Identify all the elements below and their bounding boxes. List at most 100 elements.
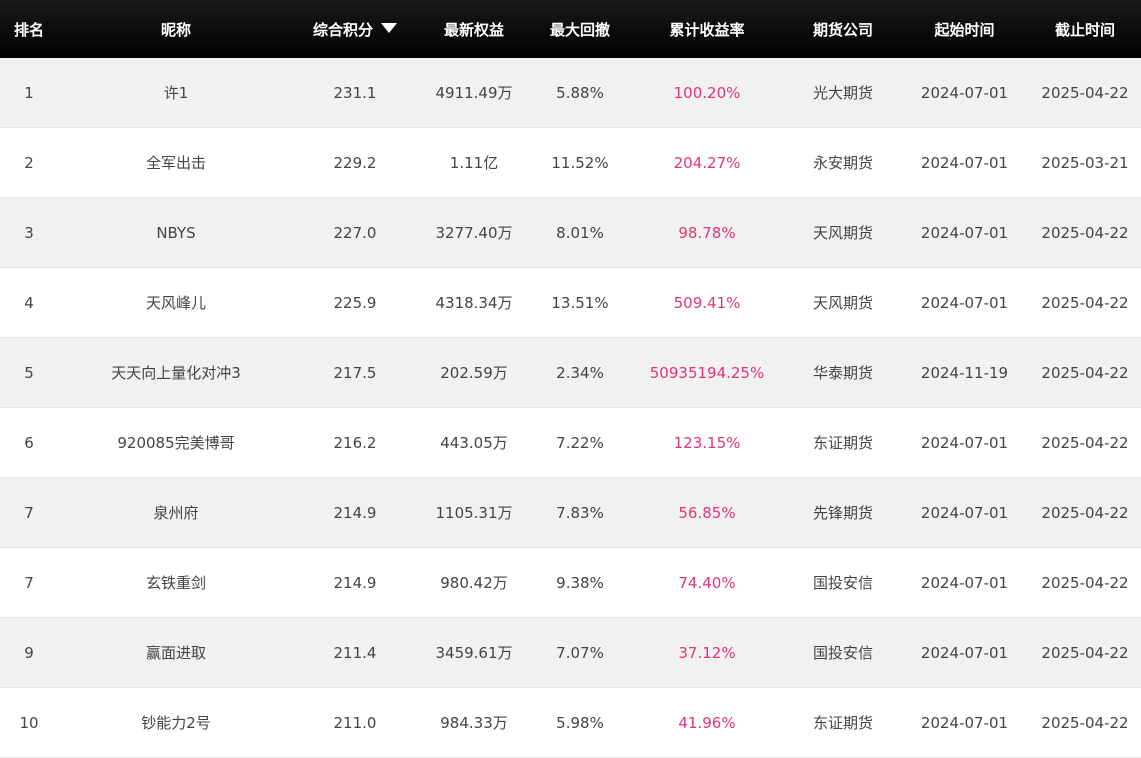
cell-return: 100.20% bbox=[628, 58, 786, 128]
cell-broker: 天风期货 bbox=[786, 197, 900, 268]
cell-broker: 国投安信 bbox=[786, 547, 900, 618]
table-row: 9 赢面进取 211.4 3459.61万 7.07% 37.12% 国投安信 … bbox=[0, 617, 1141, 688]
table-row: 4 天风峰儿 225.9 4318.34万 13.51% 509.41% 天风期… bbox=[0, 267, 1141, 338]
cell-nickname: 天风峰儿 bbox=[58, 267, 294, 338]
cell-nickname: NBYS bbox=[58, 197, 294, 268]
col-header-start: 起始时间 bbox=[900, 0, 1029, 58]
cell-nickname: 天天向上量化对冲3 bbox=[58, 337, 294, 408]
cell-start: 2024-07-01 bbox=[900, 58, 1029, 128]
cell-end: 2025-04-22 bbox=[1029, 58, 1141, 128]
cell-equity: 202.59万 bbox=[416, 337, 532, 408]
cell-broker: 东证期货 bbox=[786, 687, 900, 758]
cell-return: 98.78% bbox=[628, 197, 786, 268]
cell-score: 216.2 bbox=[294, 407, 416, 478]
col-header-drawdown: 最大回撤 bbox=[532, 0, 628, 58]
cell-end: 2025-04-22 bbox=[1029, 477, 1141, 548]
cell-score: 211.0 bbox=[294, 687, 416, 758]
table-row: 2 全军出击 229.2 1.11亿 11.52% 204.27% 永安期货 2… bbox=[0, 127, 1141, 198]
cell-end: 2025-03-21 bbox=[1029, 127, 1141, 198]
cell-equity: 980.42万 bbox=[416, 547, 532, 618]
ranking-table: 排名 昵称 综合积分 最新权益 最大回撤 累计收益率 期货公司 起始时间 截止时… bbox=[0, 0, 1141, 758]
cell-broker: 国投安信 bbox=[786, 617, 900, 688]
cell-start: 2024-11-19 bbox=[900, 337, 1029, 408]
table-row: 6 920085完美博哥 216.2 443.05万 7.22% 123.15%… bbox=[0, 407, 1141, 478]
cell-nickname: 钞能力2号 bbox=[58, 687, 294, 758]
table-row: 7 泉州府 214.9 1105.31万 7.83% 56.85% 先锋期货 2… bbox=[0, 477, 1141, 548]
cell-score: 217.5 bbox=[294, 337, 416, 408]
cell-end: 2025-04-22 bbox=[1029, 617, 1141, 688]
sort-desc-icon[interactable] bbox=[381, 23, 397, 33]
cell-rank: 9 bbox=[0, 617, 58, 688]
cell-return: 41.96% bbox=[628, 687, 786, 758]
cell-score: 231.1 bbox=[294, 58, 416, 128]
cell-start: 2024-07-01 bbox=[900, 547, 1029, 618]
cell-end: 2025-04-22 bbox=[1029, 687, 1141, 758]
cell-broker: 华泰期货 bbox=[786, 337, 900, 408]
cell-rank: 3 bbox=[0, 197, 58, 268]
col-header-return: 累计收益率 bbox=[628, 0, 786, 58]
cell-end: 2025-04-22 bbox=[1029, 267, 1141, 338]
cell-equity: 984.33万 bbox=[416, 687, 532, 758]
cell-equity: 1105.31万 bbox=[416, 477, 532, 548]
cell-rank: 6 bbox=[0, 407, 58, 478]
cell-nickname: 玄铁重剑 bbox=[58, 547, 294, 618]
cell-drawdown: 5.98% bbox=[532, 687, 628, 758]
table-body: 1 许1 231.1 4911.49万 5.88% 100.20% 光大期货 2… bbox=[0, 58, 1141, 758]
col-header-score-label: 综合积分 bbox=[312, 20, 373, 39]
col-header-equity: 最新权益 bbox=[416, 0, 532, 58]
cell-drawdown: 5.88% bbox=[532, 58, 628, 128]
cell-rank: 1 bbox=[0, 58, 58, 128]
cell-start: 2024-07-01 bbox=[900, 267, 1029, 338]
cell-drawdown: 8.01% bbox=[532, 197, 628, 268]
cell-drawdown: 13.51% bbox=[532, 267, 628, 338]
cell-equity: 4318.34万 bbox=[416, 267, 532, 338]
cell-score: 214.9 bbox=[294, 547, 416, 618]
cell-score: 229.2 bbox=[294, 127, 416, 198]
cell-nickname: 920085完美博哥 bbox=[58, 407, 294, 478]
col-header-score[interactable]: 综合积分 bbox=[294, 0, 416, 58]
cell-rank: 2 bbox=[0, 127, 58, 198]
cell-return: 123.15% bbox=[628, 407, 786, 478]
cell-broker: 天风期货 bbox=[786, 267, 900, 338]
cell-score: 227.0 bbox=[294, 197, 416, 268]
cell-end: 2025-04-22 bbox=[1029, 547, 1141, 618]
cell-broker: 光大期货 bbox=[786, 58, 900, 128]
cell-rank: 7 bbox=[0, 477, 58, 548]
cell-nickname: 全军出击 bbox=[58, 127, 294, 198]
cell-equity: 443.05万 bbox=[416, 407, 532, 478]
cell-start: 2024-07-01 bbox=[900, 477, 1029, 548]
cell-drawdown: 11.52% bbox=[532, 127, 628, 198]
table-header: 排名 昵称 综合积分 最新权益 最大回撤 累计收益率 期货公司 起始时间 截止时… bbox=[0, 0, 1141, 58]
cell-return: 37.12% bbox=[628, 617, 786, 688]
cell-rank: 5 bbox=[0, 337, 58, 408]
cell-end: 2025-04-22 bbox=[1029, 337, 1141, 408]
cell-rank: 4 bbox=[0, 267, 58, 338]
cell-equity: 3277.40万 bbox=[416, 197, 532, 268]
cell-rank: 10 bbox=[0, 687, 58, 758]
cell-nickname: 泉州府 bbox=[58, 477, 294, 548]
cell-start: 2024-07-01 bbox=[900, 617, 1029, 688]
cell-start: 2024-07-01 bbox=[900, 127, 1029, 198]
col-header-rank: 排名 bbox=[0, 0, 58, 58]
cell-equity: 1.11亿 bbox=[416, 127, 532, 198]
col-header-nickname: 昵称 bbox=[58, 0, 294, 58]
cell-equity: 3459.61万 bbox=[416, 617, 532, 688]
cell-rank: 7 bbox=[0, 547, 58, 618]
cell-drawdown: 7.83% bbox=[532, 477, 628, 548]
cell-equity: 4911.49万 bbox=[416, 58, 532, 128]
cell-drawdown: 9.38% bbox=[532, 547, 628, 618]
cell-nickname: 许1 bbox=[58, 58, 294, 128]
table-row: 3 NBYS 227.0 3277.40万 8.01% 98.78% 天风期货 … bbox=[0, 197, 1141, 268]
col-header-broker: 期货公司 bbox=[786, 0, 900, 58]
cell-drawdown: 7.22% bbox=[532, 407, 628, 478]
cell-return: 74.40% bbox=[628, 547, 786, 618]
cell-broker: 永安期货 bbox=[786, 127, 900, 198]
cell-return: 204.27% bbox=[628, 127, 786, 198]
cell-start: 2024-07-01 bbox=[900, 687, 1029, 758]
cell-end: 2025-04-22 bbox=[1029, 407, 1141, 478]
table-row: 1 许1 231.1 4911.49万 5.88% 100.20% 光大期货 2… bbox=[0, 58, 1141, 128]
cell-score: 225.9 bbox=[294, 267, 416, 338]
cell-return: 50935194.25% bbox=[628, 337, 786, 408]
cell-broker: 东证期货 bbox=[786, 407, 900, 478]
cell-drawdown: 2.34% bbox=[532, 337, 628, 408]
